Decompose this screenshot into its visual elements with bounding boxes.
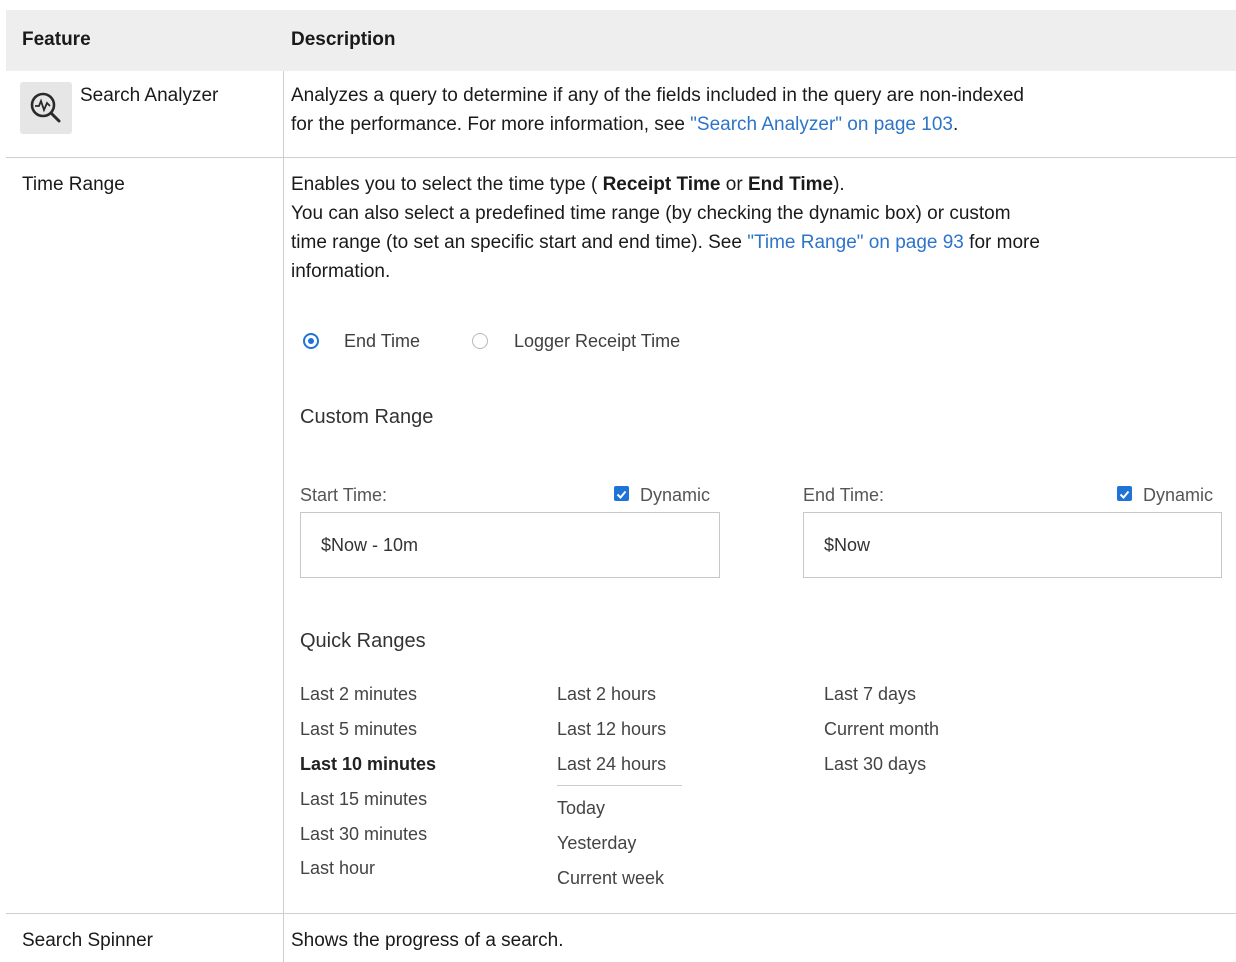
quick-range-item[interactable]: Yesterday <box>557 833 636 854</box>
row-divider <box>6 157 1236 158</box>
feature-search-analyzer: Search Analyzer <box>80 85 219 106</box>
end-dynamic-checkbox[interactable] <box>1117 486 1132 501</box>
end-time-input[interactable]: $Now <box>803 512 1222 578</box>
quick-range-item[interactable]: Last 15 minutes <box>300 789 427 810</box>
end-time-label: End Time: <box>803 485 885 505</box>
search-analyzer-link[interactable]: "Search Analyzer" on page 103 <box>690 114 953 135</box>
feature-time-range: Time Range <box>22 174 125 195</box>
quick-range-item[interactable]: Last 5 minutes <box>300 719 417 740</box>
start-dynamic-checkbox[interactable] <box>614 486 629 501</box>
quick-range-item[interactable]: Last 30 days <box>824 754 926 775</box>
quick-range-item[interactable]: Last 30 minutes <box>300 824 427 845</box>
end-time-radio[interactable] <box>303 333 319 349</box>
column-header-feature: Feature <box>22 29 91 50</box>
time-range-link[interactable]: "Time Range" on page 93 <box>747 232 964 253</box>
check-icon <box>1119 490 1130 499</box>
logger-receipt-time-radio-label: Logger Receipt Time <box>514 331 681 351</box>
start-time-input[interactable]: $Now - 10m <box>300 512 720 578</box>
table-header <box>6 10 1236 71</box>
quick-range-item[interactable]: Today <box>557 798 605 819</box>
quick-range-item[interactable]: Last 12 hours <box>557 719 666 740</box>
quick-range-item[interactable]: Current month <box>824 719 939 740</box>
quick-range-divider <box>557 785 682 786</box>
row-divider <box>6 913 1236 914</box>
start-dynamic-label: Dynamic <box>640 485 711 505</box>
quick-range-item[interactable]: Last 2 minutes <box>300 684 417 705</box>
quick-range-item[interactable]: Last 7 days <box>824 684 916 705</box>
start-time-label: Start Time: <box>300 485 388 505</box>
custom-range-title: Custom Range <box>300 406 434 428</box>
check-icon <box>616 490 627 499</box>
logger-receipt-time-radio[interactable] <box>472 333 488 349</box>
quick-range-item-selected[interactable]: Last 10 minutes <box>300 754 436 775</box>
column-header-description: Description <box>291 29 396 50</box>
description-search-spinner: Shows the progress of a search. <box>291 930 564 951</box>
description-time-range: Enables you to select the time type ( Re… <box>291 174 1040 282</box>
quick-range-item[interactable]: Current week <box>557 868 664 889</box>
column-divider <box>283 71 284 962</box>
quick-range-item[interactable]: Last 24 hours <box>557 754 666 775</box>
quick-range-item[interactable]: Last hour <box>300 858 375 879</box>
feature-search-spinner: Search Spinner <box>22 930 153 951</box>
quick-range-item[interactable]: Last 2 hours <box>557 684 656 705</box>
end-dynamic-label: Dynamic <box>1143 485 1214 505</box>
quick-ranges-title: Quick Ranges <box>300 630 426 652</box>
search-analyzer-icon <box>20 82 72 134</box>
end-time-radio-label: End Time <box>344 331 421 351</box>
description-search-analyzer: Analyzes a query to determine if any of … <box>291 85 1025 135</box>
